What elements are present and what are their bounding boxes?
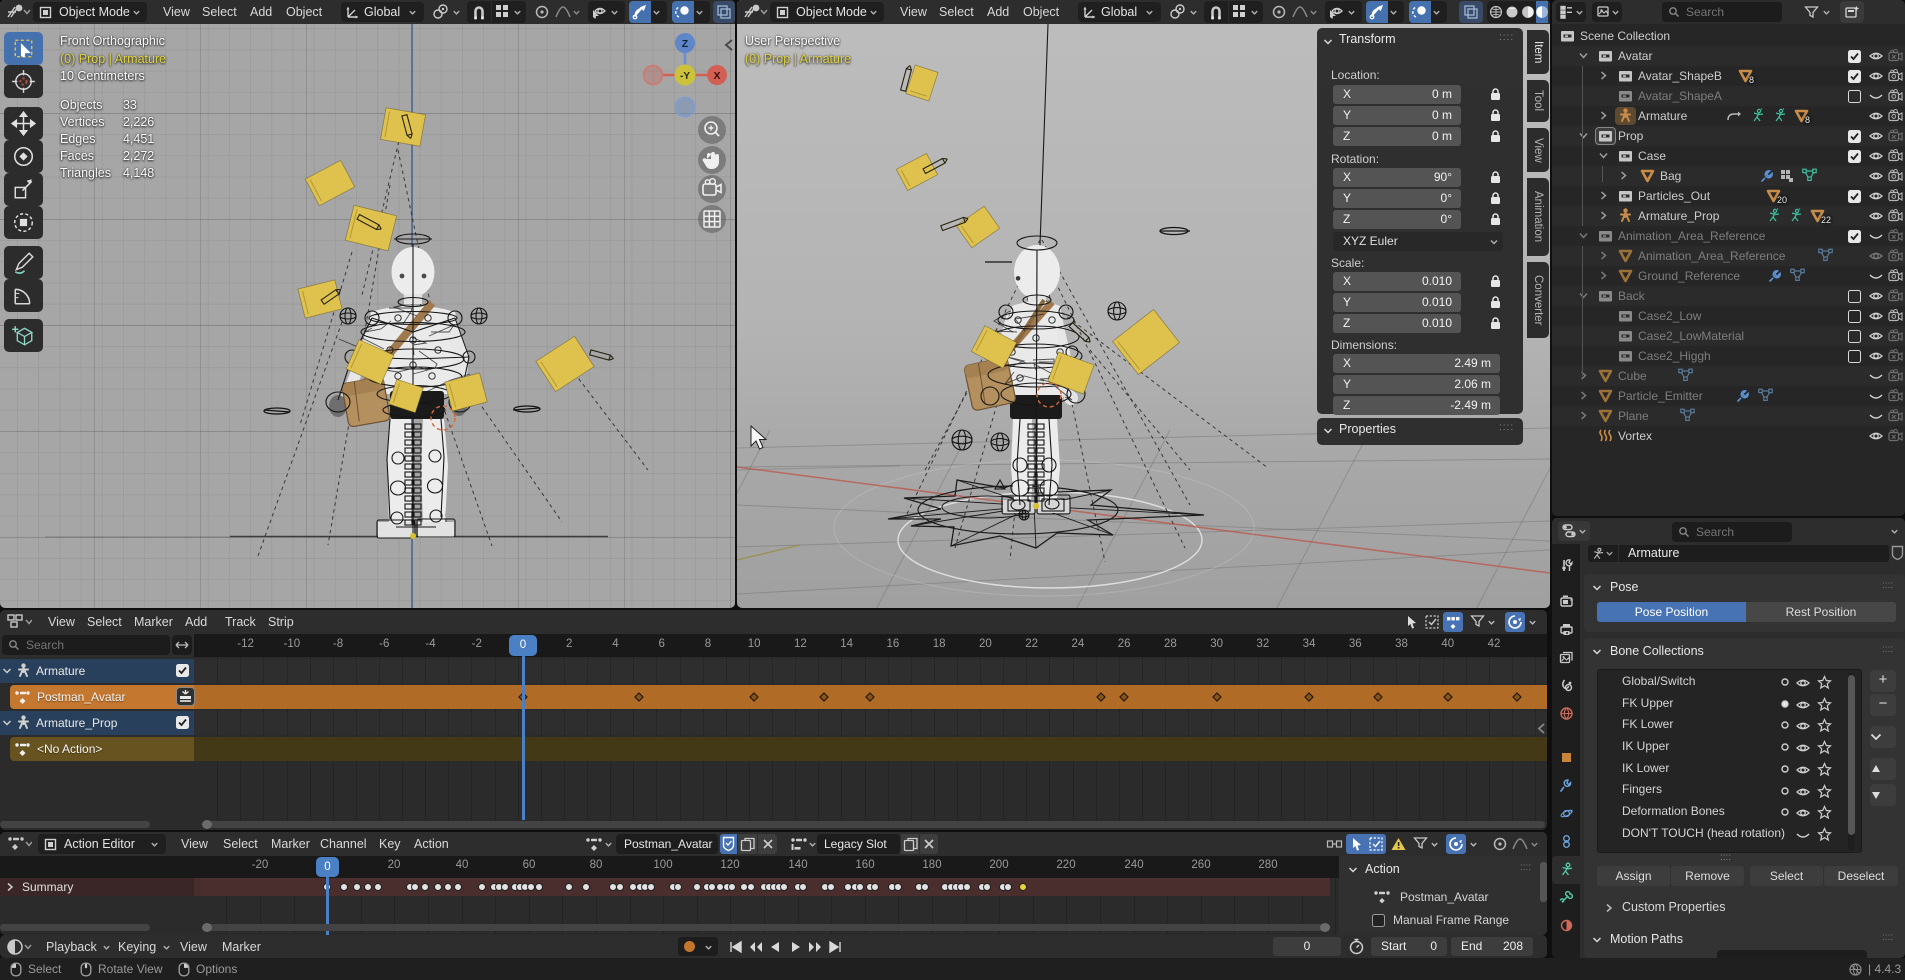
- svg-text:Z: Z: [682, 38, 689, 50]
- svg-text:-Y: -Y: [680, 71, 690, 82]
- svg-text:X: X: [713, 70, 720, 82]
